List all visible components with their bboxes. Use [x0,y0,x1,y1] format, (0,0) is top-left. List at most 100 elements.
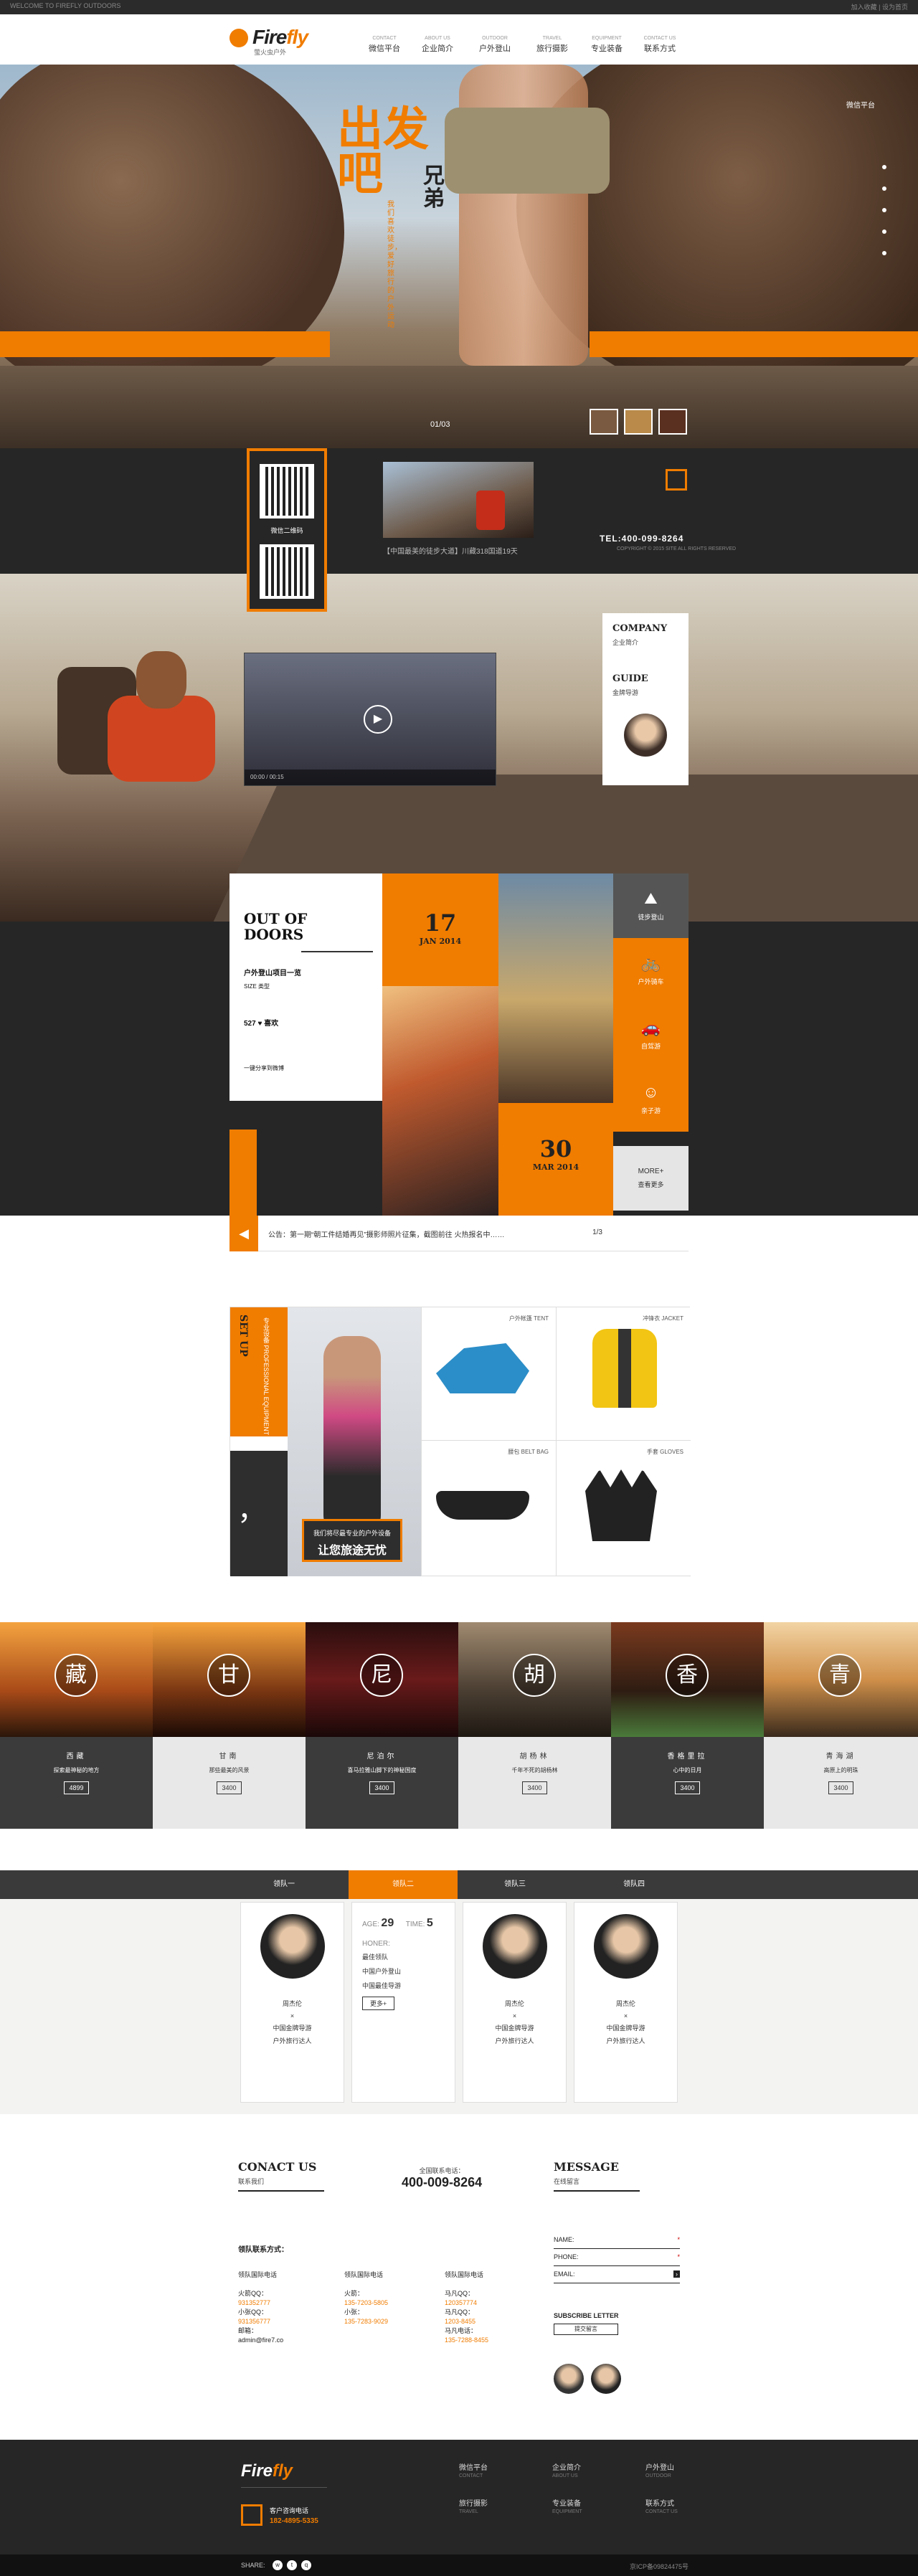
price-badge: 3400 [217,1781,242,1794]
nav-about[interactable]: ABOUT US 企业简介 [409,36,466,54]
destination-card[interactable]: 甘 甘南 那些最美的风景 3400 [153,1622,306,1829]
slide-thumb[interactable] [658,409,687,435]
slide-thumb[interactable] [624,409,653,435]
gloves-icon [585,1469,657,1541]
destination-card[interactable]: 藏 西藏 探索最神秘的地方 4899 [0,1622,153,1829]
more-leader-button[interactable]: 更多+ [362,1997,395,2010]
notice-pager[interactable]: 1/3 [592,1228,602,1236]
brand-subtitle: 萤火虫户外 [254,49,287,56]
leader-card[interactable]: 周杰伦 × 中国金牌导游 户外旅行达人 [574,1902,678,2103]
leader-card[interactable]: 周杰伦 × 中国金牌导游 户外旅行达人 [240,1902,344,2103]
out-of-doors-card: OUT OF DOORS 户外登山项目一览 SIZE 类型 527 ♥ 喜欢 一… [230,873,382,1101]
notice-text[interactable]: 公告：第一期“朝工件结婚再见”摄影师照片征集，截图前往 火热报名中…… [268,1228,504,1239]
ood-share[interactable]: 一键分享到微博 [244,1064,284,1072]
play-icon[interactable]: ▶ [364,705,392,734]
nav-outdoor[interactable]: OUTDOOR 户外登山 [466,36,524,54]
qq-icon[interactable]: q [301,2560,311,2570]
video-player[interactable]: ▶ 00:00 / 00:15 [244,653,496,786]
leader-avatar [593,1914,658,1979]
activity-icons: ⛰ 徒步登山 🚲 户外骑车 🚗 自驾游 ☺ 亲子游 MORE+ 查看更多 [613,873,688,1259]
video-time: 00:00 / 00:15 [250,774,284,780]
brand-square-icon [666,469,687,491]
share-label: SHARE: [241,2562,265,2569]
price-badge: 3400 [828,1781,853,1794]
photo-tile[interactable] [498,873,613,1103]
company-heading: COMPANY [612,623,668,634]
destination-card[interactable]: 青 青海湖 高原上的明珠 3400 [764,1622,918,1829]
news-caption[interactable]: 【中国最美的徒步大道】川藏318国道19天 [383,545,518,556]
top-bar: WELCOME TO FIREFLY OUTDOORS 加入收藏 | 设为首页 [0,0,918,14]
weibo-icon[interactable]: w [273,2560,283,2570]
product-jacket[interactable]: 冲锋衣 JACKET [556,1307,691,1441]
name-field[interactable]: NAME: * [554,2236,680,2249]
tab-strip-right [688,1870,918,1899]
contact-col: 领队国际电话 火箭QQ： 931352777 小张QQ： 931356777 邮箱： a… [238,2271,284,2344]
email-field[interactable]: EMAIL: › [554,2270,680,2283]
nav-wechat[interactable]: CONTACT 微信平台 [356,36,413,54]
tab-leader-1[interactable]: 领队一 [230,1870,339,1899]
nav-equipment[interactable]: EQUIPMENT 专业装备 [578,36,635,54]
hero-slogan: 出发吧 [337,103,429,201]
ood-likes[interactable]: 527 ♥ 喜欢 [244,1017,278,1028]
price-badge: 3400 [522,1781,547,1794]
wechat-link[interactable]: 微信平台 [846,99,875,110]
equipment-tag[interactable]: 我们将尽最专业的户外设备 让您旅途无忧 [302,1519,402,1562]
date-tile[interactable]: 30 MAR 2014 [498,1103,613,1216]
product-gloves[interactable]: 手套 GLOVES [556,1441,691,1576]
footer-link[interactable]: 户外登山 OUTDOOR [645,2461,674,2478]
guide-avatar [624,714,667,757]
more-button[interactable]: MORE+ 查看更多 [613,1146,688,1211]
hotline: 全国联系电话： 400-009-8264 [402,2167,483,2189]
twitter-icon[interactable]: t [287,2560,297,2570]
tab-leader-4[interactable]: 领队四 [579,1870,688,1899]
company-guide-card[interactable]: COMPANY 企业简介 GUIDE 金牌导游 [602,613,688,785]
destination-card[interactable]: 尼 尼泊尔 喜马拉雅山脚下的神秘国度 3400 [306,1622,458,1829]
tel-number: TEL:400-099-8264 [600,534,684,544]
driving-item[interactable]: 🚗 自驾游 [613,1003,688,1067]
footer-link[interactable]: 专业装备 EQUIPMENT [552,2497,582,2514]
slide-pager[interactable]: 01/03 [430,420,450,429]
avatar [554,2364,584,2394]
tab-leader-3[interactable]: 领队三 [460,1870,569,1899]
company-sub[interactable]: 企业简介 [612,638,638,647]
footer-square-icon [241,2504,262,2526]
family-item[interactable]: ☺ 亲子游 [613,1067,688,1132]
date-tile[interactable]: 17 JAN 2014 [382,873,498,986]
hiker-photo [57,645,244,832]
nav-travel[interactable]: TRAVEL 旅行摄影 [524,36,581,54]
cycling-item[interactable]: 🚲 户外骑车 [613,938,688,1003]
product-tent[interactable]: 户外帐篷 TENT [421,1307,556,1441]
team-tabs: 领队一 领队二 领队三 领队四 [230,1870,688,1899]
tab-leader-2[interactable]: 领队二 [349,1870,458,1899]
photo-tile[interactable] [382,986,498,1216]
phone-field[interactable]: PHONE: * [554,2253,680,2266]
contact-col: 领队国际电话 火箭： 135-7203-5805 小张： 135-7283-9029 [344,2271,389,2325]
side-dots[interactable] [882,165,886,273]
news-image[interactable] [383,462,534,538]
bookmark-links[interactable]: 加入收藏 | 设为首页 [851,2,908,11]
footer-link[interactable]: 企业简介 ABOUT US [552,2461,581,2478]
icp-number: 京ICP备09824475号 [629,2563,688,2570]
footer-logo[interactable]: Firefly [241,2461,293,2481]
hiking-item[interactable]: ⛰ 徒步登山 [613,873,688,938]
footer-link[interactable]: 联系方式 CONTACT US [645,2497,678,2514]
equipment-section: SET UP 专业设备 PROFESSIONAL EQUIPMENT ， 我们将… [230,1307,691,1576]
footer-hotline: 182-4895-5335 [270,2517,318,2525]
footer-link[interactable]: 旅行摄影 TRAVEL [459,2497,488,2514]
leader-card[interactable]: 周杰伦 × 中国金牌导游 户外旅行达人 [463,1902,567,2103]
submit-button[interactable]: 提交留言 [554,2324,618,2335]
product-belt[interactable]: 腰包 BELT BAG [421,1441,556,1576]
video-controls[interactable]: 00:00 / 00:15 [245,770,496,785]
slide-thumb[interactable] [590,409,618,435]
destination-card[interactable]: 香 香格里拉 心中的日月 3400 [611,1622,764,1829]
guide-sub[interactable]: 金牌导游 [612,688,638,697]
bike-icon: 🚲 [640,954,661,972]
destination-card[interactable]: 胡 胡杨林 千年不死的胡杨林 3400 [458,1622,611,1829]
leader-detail: AGE: 29 TIME: 5 HONER: 最佳领队 中国户外登山 中国最佳导游 … [351,1902,455,2103]
destinations-row: 藏 西藏 探索最神秘的地方 4899 甘 甘南 那些最美的风景 3400 尼 尼泊尔 喜马… [0,1622,918,1829]
orange-stripe-right [590,331,918,357]
site-footer: Firefly 客户咨询电话 182-4895-5335 微信平台 CONTACT… [0,2440,918,2554]
nav-contact[interactable]: CONTACT US 联系方式 [631,36,688,54]
footer-link[interactable]: 微信平台 CONTACT [459,2461,488,2478]
qr-code [260,544,314,599]
